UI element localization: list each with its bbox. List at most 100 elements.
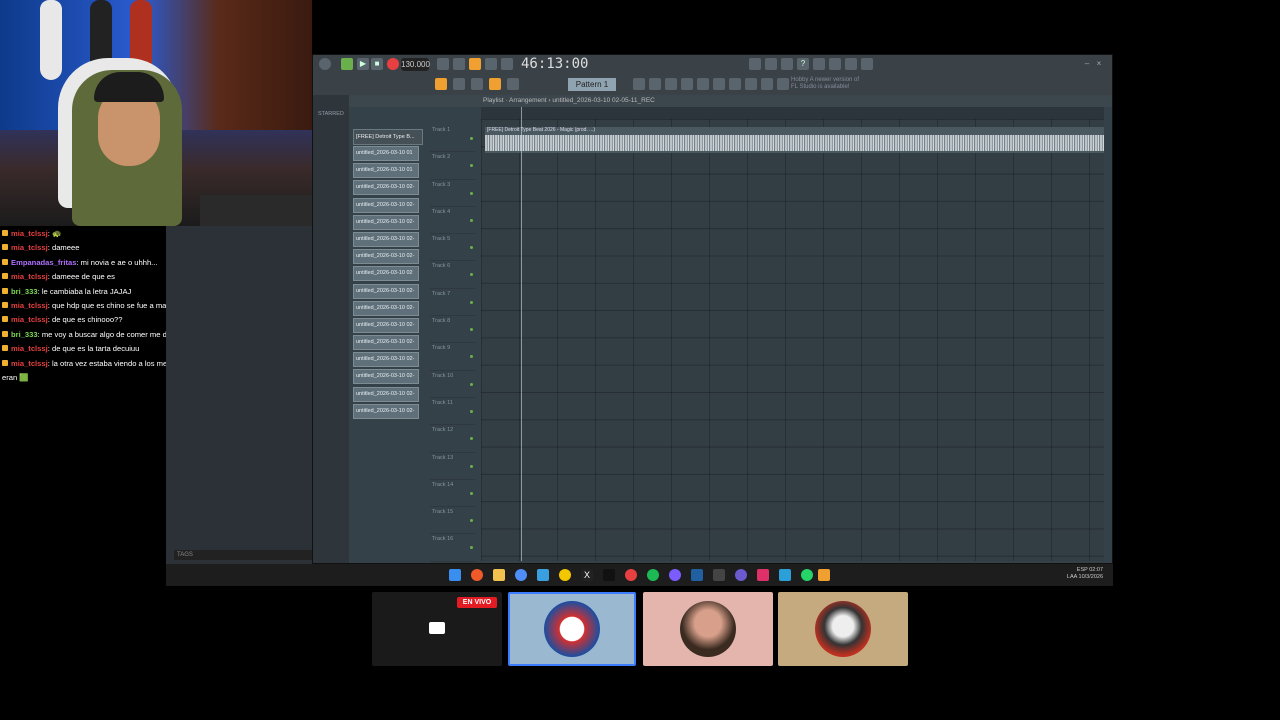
pattern-item[interactable]: untitled_2026-03-10 02- [353, 214, 419, 230]
touch-icon[interactable] [697, 78, 709, 90]
track-mute-icon[interactable] [470, 218, 473, 222]
pattern-item[interactable]: untitled_2026-03-10 02- [353, 317, 419, 333]
draw-icon[interactable] [471, 78, 483, 90]
pattern-item[interactable]: untitled_2026-03-10 02- [353, 386, 419, 402]
chat-username[interactable]: bri_333 [11, 287, 38, 296]
pattern-item[interactable]: untitled_2026-03-10 01 [353, 146, 419, 161]
track-mute-icon[interactable] [470, 355, 473, 359]
tools-icon[interactable] [729, 78, 741, 90]
track-mute-icon[interactable] [470, 328, 473, 332]
chat-username[interactable]: mia_tclssj [11, 301, 48, 310]
x-icon[interactable]: X [581, 569, 593, 581]
chat-username[interactable]: mia_tclssj [11, 359, 48, 368]
mixer-view-icon[interactable] [649, 78, 661, 90]
track-mute-icon[interactable] [470, 300, 473, 304]
metronome-icon[interactable] [437, 58, 449, 70]
pattern-item[interactable]: untitled_2026-03-10 02- [353, 352, 419, 368]
track-mute-icon[interactable] [470, 382, 473, 386]
participant-tile-helmet[interactable] [508, 592, 636, 666]
mic-icon[interactable] [713, 78, 725, 90]
app7-icon[interactable] [779, 569, 791, 581]
channel-icon[interactable] [665, 78, 677, 90]
clock[interactable]: 02:07 [1089, 567, 1103, 573]
pattern-song-toggle[interactable] [341, 58, 353, 70]
obs-icon[interactable] [625, 569, 637, 581]
update-notice[interactable]: Hobby A newer version of FL Studio is av… [791, 77, 859, 91]
timeline-ruler[interactable] [481, 107, 1104, 119]
play-icon[interactable]: ▶ [357, 58, 369, 70]
track-header[interactable]: Track 11 [430, 398, 476, 426]
chat-username[interactable]: mia_tclssj [11, 229, 48, 238]
chat-username[interactable]: mia_tclssj [11, 315, 48, 324]
spotify-icon[interactable] [647, 569, 659, 581]
track-mute-icon[interactable] [470, 491, 473, 495]
link-icon[interactable] [777, 78, 789, 90]
channel-rack-icon[interactable] [829, 58, 841, 70]
pattern-item[interactable]: untitled_2026-03-10 01 [353, 163, 419, 179]
whatsapp-icon[interactable] [801, 569, 813, 581]
track-mute-icon[interactable] [470, 546, 473, 550]
minimize-icon[interactable]: – [1081, 58, 1093, 70]
chat-username[interactable]: bri_333 [11, 330, 38, 339]
playlist-grid[interactable] [481, 119, 1104, 561]
chat-username[interactable]: mia_tclssj [11, 243, 48, 252]
system-tray[interactable]: ESP 02:07 LAA 10/3/2026 [1067, 567, 1103, 581]
loop-record-icon[interactable] [485, 58, 497, 70]
track-header[interactable]: Track 1 [430, 125, 476, 153]
track-header[interactable]: Track 2 [430, 152, 476, 180]
track-header[interactable]: Track 13 [430, 453, 476, 480]
audio-clip[interactable]: [FREE] Detroit Type Beat 2026 - Magic (p… [485, 127, 1104, 153]
app-icon[interactable] [559, 569, 571, 581]
track-header[interactable]: Track 7 [430, 289, 476, 317]
slice-icon[interactable] [745, 78, 757, 90]
track-mute-icon[interactable] [470, 409, 473, 413]
start-icon[interactable] [449, 569, 461, 581]
song-time-display[interactable]: 46:13:00 [521, 56, 588, 72]
track-mute-icon[interactable] [470, 137, 473, 140]
snap-icon[interactable] [435, 78, 447, 90]
app5-icon[interactable] [735, 569, 747, 581]
piano-roll-icon[interactable] [781, 58, 793, 70]
download-icon[interactable] [861, 58, 873, 70]
track-header[interactable]: Track 3 [430, 180, 476, 207]
pattern-item[interactable]: untitled_2026-03-10 02 [353, 266, 419, 282]
track-mute-icon[interactable] [470, 164, 473, 168]
track-mute-icon[interactable] [470, 437, 473, 441]
track-header[interactable]: Track 10 [430, 371, 476, 398]
pattern-item[interactable]: untitled_2026-03-10 02- [353, 369, 419, 385]
step-edit-icon[interactable] [501, 58, 513, 70]
pattern-item[interactable]: untitled_2026-03-10 02- [353, 180, 419, 196]
track-mute-icon[interactable] [470, 246, 473, 250]
app4-icon[interactable] [713, 569, 725, 581]
participant-tile-character[interactable] [778, 592, 908, 666]
track-header[interactable]: Track 9 [430, 343, 476, 371]
track-mute-icon[interactable] [470, 191, 473, 195]
discord-icon[interactable] [515, 569, 527, 581]
track-mute-icon[interactable] [470, 464, 473, 468]
pattern-item[interactable]: untitled_2026-03-10 02- [353, 403, 419, 419]
track-header[interactable]: Track 15 [430, 507, 476, 535]
pattern-item[interactable]: untitled_2026-03-10 02- [353, 197, 419, 213]
tempo-display[interactable]: 130.000 [401, 58, 430, 71]
stop-icon[interactable]: ■ [371, 58, 383, 70]
mixer-icon[interactable] [765, 58, 777, 70]
menu-icon[interactable] [319, 58, 331, 70]
pattern-item[interactable]: untitled_2026-03-10 02- [353, 249, 419, 265]
pattern-browser-header[interactable]: [FREE] Detroit Type B... [353, 129, 423, 145]
pattern-item[interactable]: untitled_2026-03-10 02- [353, 335, 419, 351]
countdown-icon[interactable] [469, 58, 481, 70]
pattern-selector[interactable]: Pattern 1 [568, 78, 616, 91]
plugins-icon[interactable] [681, 78, 693, 90]
chat-username[interactable]: Empanadas_fritas [11, 258, 76, 267]
participant-tile-person[interactable] [643, 592, 773, 666]
track-mute-icon[interactable] [470, 519, 473, 523]
track-header[interactable]: Track 16 [430, 534, 476, 562]
help-icon[interactable]: ? [797, 58, 809, 70]
date[interactable]: 10/3/2026 [1079, 574, 1103, 580]
pattern-item[interactable]: untitled_2026-03-10 02- [353, 231, 419, 247]
playlist-icon[interactable] [633, 78, 645, 90]
file-explorer-icon[interactable] [493, 569, 505, 581]
browser-icon[interactable] [813, 58, 825, 70]
delete-icon[interactable] [507, 78, 519, 90]
arrow-icon[interactable] [453, 78, 465, 90]
